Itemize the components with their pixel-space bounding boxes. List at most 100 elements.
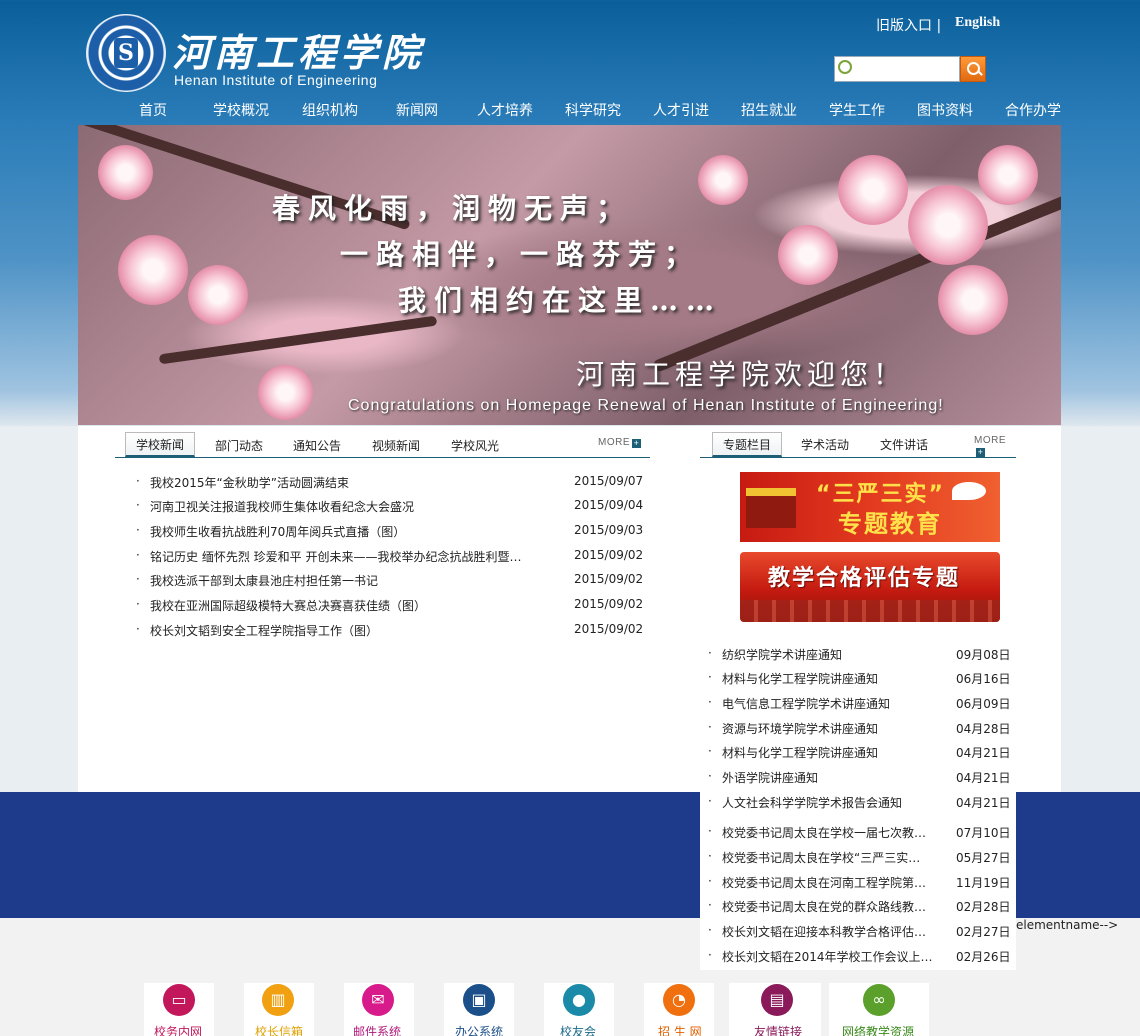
tab-notices[interactable]: 通知公告	[293, 437, 341, 454]
quick-link-alumni[interactable]: ● 校友会	[544, 983, 614, 1036]
quick-link-email[interactable]: ✉ 邮件系统	[344, 983, 414, 1036]
topics-tabbar: 专题栏目 学术活动 文件讲话 MORE+	[700, 426, 1016, 458]
speech-title[interactable]: 校党委书记周太良在河南工程学院第…	[722, 874, 932, 891]
bullet-icon: ·	[136, 597, 140, 611]
topic-title[interactable]: 纺织学院学术讲座通知	[722, 646, 842, 663]
speech-title[interactable]: 校党委书记周太良在学校一届七次教…	[722, 824, 932, 841]
speech-title[interactable]: 校党委书记周太良在党的群众路线教…	[722, 898, 932, 915]
list-item[interactable]: · 校长刘文韬在2014年学校工作会议上… 02月26日	[708, 948, 1012, 970]
news-title[interactable]: 铭记历史 缅怀先烈 珍爱和平 开创未来——我校举办纪念抗战胜利暨…	[150, 548, 530, 565]
blossom	[118, 235, 188, 305]
search-button[interactable]	[960, 56, 986, 82]
promo-teaching-evaluation[interactable]: 教学合格评估专题	[740, 552, 1000, 622]
bullet-icon: ·	[708, 948, 712, 962]
list-item[interactable]: · 河南卫视关注报道我校师生集体收看纪念大会盛况 2015/09/04	[136, 498, 650, 520]
blossom	[698, 155, 748, 205]
nav-item-education[interactable]: 人才培养	[477, 100, 533, 120]
logo-mark: S	[114, 38, 138, 68]
quick-link-president-mailbox[interactable]: ▥ 校长信箱	[244, 983, 314, 1036]
list-item[interactable]: · 我校2015年“金秋助学”活动圆满结束 2015/09/07	[136, 474, 650, 496]
promo-three-stricts[interactable]: “三严三实” 专题教育	[740, 472, 1000, 542]
list-item[interactable]: · 人文社会科学学院学术报告会通知 04月21日	[708, 794, 1012, 816]
topic-title[interactable]: 人文社会科学学院学术报告会通知	[722, 794, 902, 811]
topic-title[interactable]: 电气信息工程学院学术讲座通知	[722, 695, 890, 712]
list-item[interactable]: · 校长刘文韬到安全工程学院指导工作（图） 2015/09/02	[136, 622, 650, 644]
speech-date: 05月27日	[956, 851, 1011, 865]
quick-link-admissions[interactable]: ◔ 招 生 网	[644, 983, 714, 1036]
list-item[interactable]: · 校党委书记周太良在党的群众路线教… 02月28日	[708, 898, 1012, 920]
books-icon: ▥	[262, 984, 294, 1016]
news-title[interactable]: 我校在亚洲国际超级模特大赛总决赛喜获佳绩（图）	[150, 597, 426, 614]
bullet-icon: ·	[708, 695, 712, 709]
banner-line-1: 春风化雨，润物无声；	[272, 192, 633, 225]
quick-link-friend-links[interactable]: ▤ 友情链接	[729, 983, 821, 1036]
topics-column: “三严三实” 专题教育 教学合格评估专题 · 纺织学院学术讲座通知 09月08日 ·…	[700, 460, 1016, 970]
topic-title[interactable]: 资源与环境学院学术讲座通知	[722, 720, 878, 737]
list-item[interactable]: · 我校师生收看抗战胜利70周年阅兵式直播（图） 2015/09/03	[136, 523, 650, 545]
news-title[interactable]: 校长刘文韬到安全工程学院指导工作（图）	[150, 622, 378, 639]
old-version-link[interactable]: 旧版入口 |	[876, 15, 941, 35]
nav-item-students[interactable]: 学生工作	[829, 100, 885, 120]
news-more-link[interactable]: MORE +	[598, 437, 641, 448]
nav-item-talent[interactable]: 人才引进	[653, 100, 709, 120]
list-item[interactable]: · 电气信息工程学院学术讲座通知 06月09日	[708, 695, 1012, 717]
quick-link-intranet[interactable]: ▭ 校务内网	[144, 983, 214, 1036]
topics-more-link[interactable]: MORE+	[974, 435, 1016, 457]
list-item[interactable]: · 资源与环境学院学术讲座通知 04月28日	[708, 720, 1012, 742]
quick-link-office[interactable]: ▣ 办公系统	[444, 983, 514, 1036]
list-item[interactable]: · 校党委书记周太良在学校一届七次教… 07月10日	[708, 824, 1012, 846]
list-item[interactable]: · 铭记历史 缅怀先烈 珍爱和平 开创未来——我校举办纪念抗战胜利暨… 2015/0…	[136, 548, 650, 570]
quick-link-label: 校友会	[560, 1025, 597, 1036]
news-title[interactable]: 我校师生收看抗战胜利70周年阅兵式直播（图）	[150, 523, 405, 540]
list-item[interactable]: · 校党委书记周太良在河南工程学院第… 11月19日	[708, 874, 1012, 896]
list-item[interactable]: · 校党委书记周太良在学校“三严三实… 05月27日	[708, 849, 1012, 871]
blossom	[978, 145, 1038, 205]
topic-title[interactable]: 材料与化学工程学院讲座通知	[722, 670, 878, 687]
search-input[interactable]	[834, 56, 960, 82]
hero-banner[interactable]: 春风化雨，润物无声； 一路相伴，一路芬芳； 我们相约在这里…… 河南工程学院欢迎…	[78, 125, 1061, 425]
speech-title[interactable]: 校长刘文韬在迎接本科教学合格评估…	[722, 923, 932, 940]
promo-title: 教学合格评估专题	[768, 566, 961, 591]
bullet-icon: ·	[136, 498, 140, 512]
speech-title[interactable]: 校党委书记周太良在学校“三严三实…	[722, 849, 932, 866]
quick-link-online-teaching[interactable]: ∞ 网络教学资源	[829, 983, 929, 1036]
nav-item-organization[interactable]: 组织机构	[302, 100, 358, 120]
topic-title[interactable]: 材料与化学工程学院讲座通知	[722, 744, 878, 761]
list-item[interactable]: · 纺织学院学术讲座通知 09月08日	[708, 646, 1012, 668]
topic-title[interactable]: 外语学院讲座通知	[722, 769, 818, 786]
tab-special-topics[interactable]: 专题栏目	[712, 432, 783, 457]
list-item[interactable]: · 校长刘文韬在迎接本科教学合格评估… 02月27日	[708, 923, 1012, 945]
news-title[interactable]: 河南卫视关注报道我校师生集体收看纪念大会盛况	[150, 498, 414, 515]
news-date: 2015/09/04	[574, 498, 644, 512]
list-item[interactable]: · 我校在亚洲国际超级模特大赛总决赛喜获佳绩（图） 2015/09/02	[136, 597, 650, 619]
nav-item-home[interactable]: 首页	[139, 100, 167, 120]
school-logo[interactable]: S	[86, 14, 166, 92]
list-item[interactable]: · 材料与化学工程学院讲座通知 04月21日	[708, 744, 1012, 766]
topic-date: 04月21日	[956, 746, 1011, 760]
tab-academic-activities[interactable]: 学术活动	[801, 436, 849, 453]
user-icon: ●	[563, 984, 595, 1016]
news-title[interactable]: 我校2015年“金秋助学”活动圆满结束	[150, 474, 349, 491]
news-title[interactable]: 我校选派干部到太康县池庄村担任第一书记	[150, 572, 378, 589]
nav-item-news[interactable]: 新闻网	[396, 100, 438, 120]
speech-title[interactable]: 校长刘文韬在2014年学校工作会议上…	[722, 948, 940, 965]
nav-item-about[interactable]: 学校概况	[213, 100, 269, 120]
list-item[interactable]: · 外语学院讲座通知 04月21日	[708, 769, 1012, 791]
tab-campus-scenery[interactable]: 学校风光	[451, 437, 499, 454]
school-name-cn: 河南工程学院	[172, 30, 425, 75]
tab-school-news[interactable]: 学校新闻	[125, 432, 196, 457]
tab-video-news[interactable]: 视频新闻	[372, 437, 420, 454]
nav-item-library[interactable]: 图书资料	[917, 100, 973, 120]
quick-link-label: 友情链接	[754, 1025, 803, 1036]
list-item[interactable]: · 我校选派干部到太康县池庄村担任第一书记 2015/09/02	[136, 572, 650, 594]
tiananmen-graphic	[746, 488, 796, 528]
tab-department-news[interactable]: 部门动态	[215, 437, 263, 454]
bullet-icon: ·	[708, 720, 712, 734]
list-item[interactable]: · 材料与化学工程学院讲座通知 06月16日	[708, 670, 1012, 692]
nav-item-admission[interactable]: 招生就业	[741, 100, 797, 120]
quick-link-label: 邮件系统	[353, 1025, 402, 1036]
nav-item-research[interactable]: 科学研究	[565, 100, 621, 120]
nav-item-cooperation[interactable]: 合作办学	[1005, 100, 1061, 120]
tab-documents-speeches[interactable]: 文件讲话	[880, 436, 928, 453]
english-link[interactable]: English	[955, 15, 1000, 31]
